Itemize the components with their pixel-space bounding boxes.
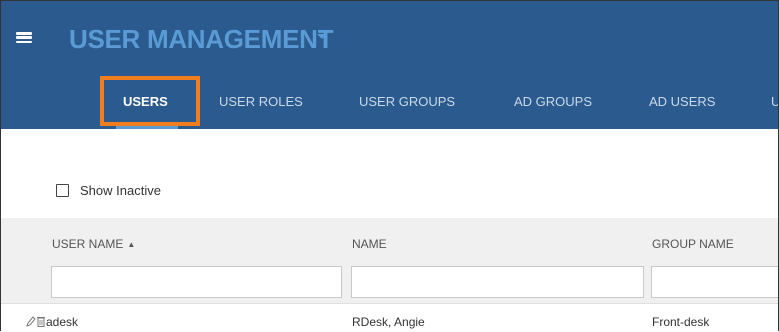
column-label: USER NAME <box>52 237 124 251</box>
show-inactive-checkbox[interactable] <box>56 183 69 197</box>
column-header-name[interactable]: NAME <box>352 237 387 251</box>
column-header-user-name[interactable]: USER NAME ▲︎ <box>52 237 135 251</box>
edit-icon[interactable] <box>26 314 36 331</box>
tab-ad-users[interactable]: AD USERS <box>649 75 715 129</box>
tab-ad-groups[interactable]: AD GROUPS <box>514 75 592 129</box>
page-title[interactable]: USER MANAGEMENT <box>69 24 333 55</box>
row-actions <box>26 314 45 331</box>
tab-user-roles[interactable]: USER ROLES <box>219 75 303 129</box>
tab-user-groups[interactable]: USER GROUPS <box>359 75 455 129</box>
app-frame: USER MANAGEMENT USERS USER ROLES USER GR… <box>0 0 779 331</box>
group-name-filter-input[interactable] <box>651 266 778 298</box>
show-inactive-toggle[interactable]: Show Inactive <box>56 181 161 199</box>
column-header-group-name[interactable]: GROUP NAME <box>652 237 734 251</box>
cell-group-name: Front-desk <box>652 315 710 329</box>
show-inactive-label: Show Inactive <box>80 182 161 198</box>
grid-divider <box>1 303 778 304</box>
delete-icon[interactable] <box>37 314 45 331</box>
sort-icon[interactable]: ▲︎ <box>127 240 135 249</box>
app-header: USER MANAGEMENT USERS USER ROLES USER GR… <box>1 1 778 129</box>
cell-name: RDesk, Angie <box>352 315 425 329</box>
cell-user-name[interactable]: adesk <box>46 315 78 329</box>
caret-down-icon[interactable] <box>317 34 327 39</box>
active-tab-indicator <box>116 126 178 129</box>
tab-users[interactable]: USERS <box>123 75 168 129</box>
tab-truncated[interactable]: U <box>771 75 778 129</box>
name-filter-input[interactable] <box>351 266 644 298</box>
user-name-filter-input[interactable] <box>51 266 342 298</box>
menu-icon[interactable] <box>16 32 32 43</box>
tab-bar: USERS USER ROLES USER GROUPS AD GROUPS A… <box>1 75 778 129</box>
